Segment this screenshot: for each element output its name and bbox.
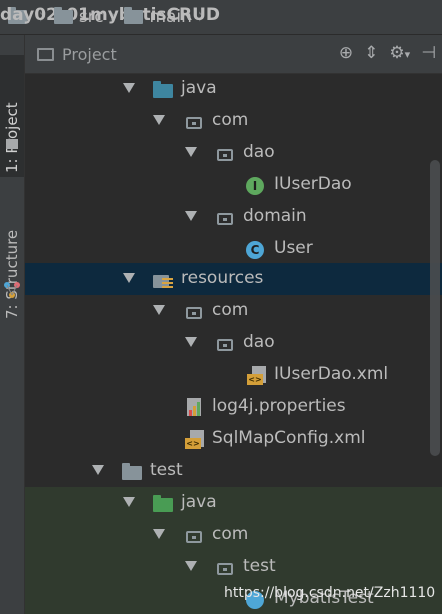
- tree-item-iuserdao-xml[interactable]: <> IUserDao.xml: [25, 359, 442, 391]
- collapse-all-icon[interactable]: ⇕: [364, 43, 378, 63]
- expand-arrow-icon[interactable]: [153, 305, 165, 315]
- expand-arrow-icon[interactable]: [153, 529, 165, 539]
- folder-icon: [6, 139, 18, 149]
- expand-arrow-icon[interactable]: [153, 115, 165, 125]
- breadcrumb-item-project[interactable]: day02_01mybatisCRUD: [0, 5, 220, 25]
- folder-icon: [53, 7, 73, 24]
- package-icon: [217, 563, 233, 575]
- tree-item-com[interactable]: com: [25, 295, 442, 327]
- tree-item-com[interactable]: com: [25, 519, 442, 551]
- project-tree: java com dao I IUserDao domain C User re…: [25, 73, 442, 614]
- tree-item-com[interactable]: com: [25, 105, 442, 137]
- watermark-text: https://blog.csdn.net/Zzh1110: [224, 585, 436, 601]
- tree-item-user[interactable]: C User: [25, 233, 442, 265]
- tree-item-dao[interactable]: dao: [25, 137, 442, 169]
- tab-project[interactable]: 1: Project: [0, 55, 24, 177]
- tree-item-dao[interactable]: dao: [25, 327, 442, 359]
- folder-icon: [122, 463, 142, 480]
- expand-arrow-icon[interactable]: [123, 497, 135, 507]
- source-root-folder-icon: [153, 81, 173, 98]
- expand-arrow-icon[interactable]: [123, 83, 135, 93]
- package-icon: [217, 149, 233, 161]
- interface-icon: I: [246, 177, 264, 195]
- package-icon: [217, 339, 233, 351]
- expand-arrow-icon[interactable]: [185, 337, 197, 347]
- expand-arrow-icon[interactable]: [185, 211, 197, 221]
- expand-arrow-icon[interactable]: [92, 465, 104, 475]
- project-panel-header: Project ⊕ ⇕ ⚙▾ ⊣: [25, 35, 442, 74]
- package-icon: [186, 307, 202, 319]
- expand-arrow-icon[interactable]: [123, 273, 135, 283]
- test-source-root-folder-icon: [153, 495, 173, 512]
- locate-icon[interactable]: ⊕: [339, 43, 353, 63]
- hide-panel-icon[interactable]: ⊣: [421, 43, 436, 63]
- tree-item-java[interactable]: java: [25, 487, 442, 519]
- structure-icon: [4, 282, 20, 298]
- package-icon: [186, 117, 202, 129]
- resources-folder-icon: [153, 272, 173, 290]
- package-icon: [186, 531, 202, 543]
- project-view-icon: [37, 47, 54, 61]
- tree-item-iuserdao[interactable]: I IUserDao: [25, 169, 442, 201]
- class-icon: C: [246, 241, 264, 259]
- tab-structure[interactable]: 7: Structure: [0, 215, 24, 325]
- expand-arrow-icon[interactable]: [185, 147, 197, 157]
- tree-item-test[interactable]: test: [25, 551, 442, 583]
- xml-file-icon: <>: [247, 366, 267, 386]
- folder-icon: [124, 7, 144, 24]
- tree-item-resources[interactable]: resources: [25, 263, 442, 295]
- properties-file-icon: [185, 398, 205, 418]
- tree-item-test[interactable]: test: [25, 455, 442, 487]
- xml-file-icon: <>: [185, 430, 205, 450]
- tree-item-java[interactable]: java: [25, 73, 442, 105]
- breadcrumb: day02_01mybatisCRUD › src › main ›: [0, 0, 442, 35]
- tree-item-domain[interactable]: domain: [25, 201, 442, 233]
- panel-title[interactable]: Project: [62, 45, 117, 64]
- tool-window-strip: 1: Project 7: Structure: [0, 35, 25, 614]
- expand-arrow-icon[interactable]: [185, 561, 197, 571]
- package-icon: [217, 213, 233, 225]
- tree-item-sqlmapconfig-xml[interactable]: <> SqlMapConfig.xml: [25, 423, 442, 455]
- gear-icon[interactable]: ⚙▾: [389, 43, 410, 63]
- scrollbar[interactable]: [430, 160, 440, 456]
- tree-item-log4j-properties[interactable]: log4j.properties: [25, 391, 442, 423]
